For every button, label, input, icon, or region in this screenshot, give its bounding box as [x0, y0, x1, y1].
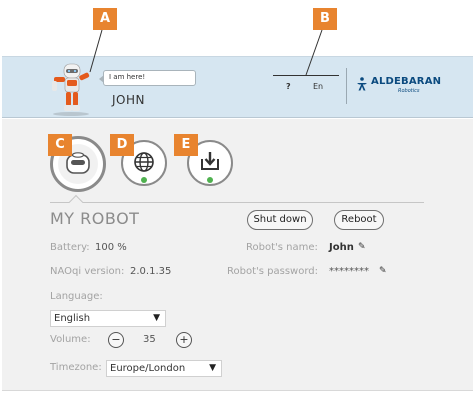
edit-name-icon[interactable]: ✎ — [358, 242, 366, 252]
battery-label: Battery: — [50, 242, 90, 253]
shutdown-button[interactable]: Shut down — [247, 210, 313, 230]
robot-password-label: Robot's password: — [227, 266, 318, 277]
language-label: Language: — [50, 291, 103, 302]
section-title: MY ROBOT — [50, 209, 140, 228]
timezone-label: Timezone: — [50, 362, 102, 373]
volume-decrease-button[interactable]: − — [108, 332, 124, 348]
timezone-select-value: Europe/London — [110, 363, 186, 374]
naoqi-value: 2.0.1.35 — [130, 266, 172, 277]
battery-value: 100 % — [95, 242, 127, 253]
edit-password-icon[interactable]: ✎ — [379, 266, 387, 276]
robot-name-label: Robot's name: — [246, 242, 318, 253]
dropdown-arrow-icon: ▼ — [209, 363, 216, 373]
volume-value: 35 — [143, 334, 156, 345]
section-divider — [50, 202, 424, 203]
reboot-button[interactable]: Reboot — [334, 210, 384, 230]
volume-increase-button[interactable]: + — [176, 332, 192, 348]
naoqi-label: NAOqi version: — [50, 266, 125, 277]
language-select[interactable]: English ▼ — [50, 310, 166, 327]
volume-label: Volume: — [50, 334, 91, 345]
robot-name-value: John — [329, 242, 354, 253]
robot-password-value: ******** — [329, 266, 369, 277]
dropdown-arrow-icon: ▼ — [153, 313, 160, 323]
timezone-select[interactable]: Europe/London ▼ — [106, 360, 222, 377]
language-select-value: English — [54, 313, 91, 324]
app-window: I am here! JOHN ? En ALDEBARAN Robotics — [0, 0, 475, 406]
